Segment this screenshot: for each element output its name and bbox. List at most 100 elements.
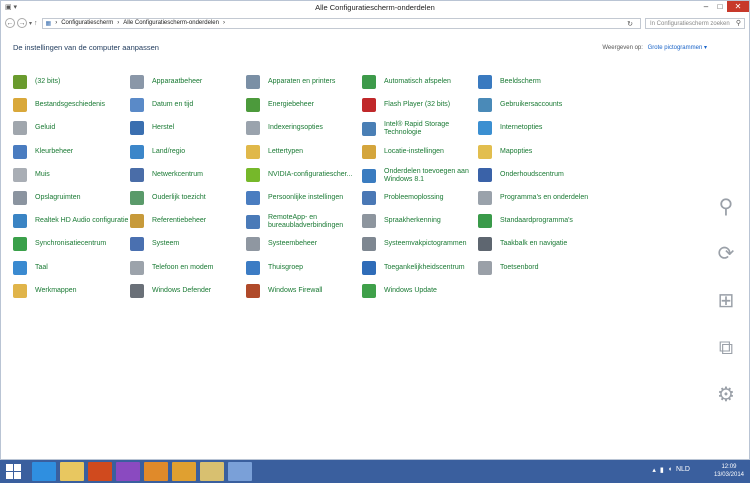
item-onderdelen-toevoegen-aan-windows-8-1[interactable]: Onderdelen toevoegen aan Windows 8.1 bbox=[362, 168, 478, 184]
lettertypen-icon bbox=[246, 144, 260, 159]
media-player-icon[interactable] bbox=[144, 462, 168, 481]
item-realtek-hd-audio-configuratie[interactable]: Realtek HD Audio configuratie bbox=[13, 214, 129, 229]
item-locatie-instellingen[interactable]: Locatie-instellingen bbox=[362, 144, 478, 159]
item-land-regio[interactable]: Land/regio bbox=[130, 144, 246, 159]
volume-icon[interactable]: ◖ bbox=[668, 466, 672, 474]
item-toetsenbord[interactable]: Toetsenbord bbox=[478, 260, 594, 275]
item-label: Standaardprogramma's bbox=[500, 217, 573, 225]
item-flash-player-32-bits[interactable]: Flash Player (32 bits) bbox=[362, 98, 478, 113]
item-referentiebeheer[interactable]: Referentiebeheer bbox=[130, 214, 246, 229]
item-persoonlijke-instellingen[interactable]: Persoonlijke instellingen bbox=[246, 191, 362, 205]
item-windows-defender[interactable]: Windows Defender bbox=[130, 283, 246, 298]
file-explorer-icon[interactable] bbox=[60, 462, 84, 481]
item-probleemoplossing[interactable]: Probleemoplossing bbox=[362, 191, 478, 205]
thuisgroep-icon bbox=[246, 260, 260, 275]
control-panel-icon[interactable] bbox=[228, 462, 252, 481]
item-standaardprogramma-s[interactable]: Standaardprogramma's bbox=[478, 214, 594, 229]
minimize-button[interactable]: – bbox=[699, 1, 713, 12]
breadcrumb-configuratiescherm[interactable]: Configuratiescherm bbox=[61, 20, 113, 26]
item-opslagruimten[interactable]: Opslagruimten bbox=[13, 191, 129, 205]
item-label: Flash Player (32 bits) bbox=[384, 101, 451, 109]
item-werkmappen[interactable]: Werkmappen bbox=[13, 283, 129, 298]
start-button[interactable] bbox=[6, 464, 22, 479]
search-input[interactable]: In Configuratiescherm zoeken ⚲ bbox=[645, 17, 745, 29]
opslagruimten-icon bbox=[13, 191, 27, 205]
item-lettertypen[interactable]: Lettertypen bbox=[246, 144, 362, 159]
photo-app-icon[interactable] bbox=[116, 462, 140, 481]
share-charm-icon[interactable]: ⟳ bbox=[715, 243, 737, 265]
item-geluid[interactable]: Geluid bbox=[13, 121, 129, 136]
item-onderhoudscentrum[interactable]: Onderhoudscentrum bbox=[478, 167, 594, 182]
view-by-dropdown[interactable]: Grote pictogrammen ▾ bbox=[648, 45, 707, 51]
address-bar[interactable]: ▦ › Configuratiescherm › Alle Configurat… bbox=[41, 17, 641, 29]
item-energiebeheer[interactable]: Energiebeheer bbox=[246, 98, 362, 113]
search-charm-icon[interactable]: ⚲ bbox=[715, 196, 737, 218]
network-icon[interactable]: ▮ bbox=[660, 466, 664, 474]
item-kleurbeheer[interactable]: Kleurbeheer bbox=[13, 144, 129, 159]
systeembeheer-icon bbox=[246, 237, 260, 252]
item-automatisch-afspelen[interactable]: Automatisch afspelen bbox=[362, 75, 478, 89]
item-label: Beeldscherm bbox=[500, 78, 541, 85]
item-remoteapp-en-bureaubladverbindingen[interactable]: RemoteApp- en bureaubladverbindingen bbox=[246, 214, 362, 230]
item-label: Internetopties bbox=[500, 124, 543, 132]
item-taal[interactable]: Taal bbox=[13, 260, 129, 275]
forward-button[interactable]: → bbox=[17, 18, 27, 28]
search-icon[interactable]: ⚲ bbox=[736, 19, 741, 29]
item-programma-s-en-onderdelen[interactable]: Programma's en onderdelen bbox=[478, 191, 594, 205]
back-button[interactable]: ← bbox=[5, 18, 15, 28]
item-windows-firewall[interactable]: Windows Firewall bbox=[246, 283, 362, 298]
breadcrumb-alle-onderdelen[interactable]: Alle Configuratiescherm-onderdelen bbox=[123, 20, 219, 26]
clock[interactable]: 12:09 13/03/2014 bbox=[714, 463, 744, 479]
item-mapopties[interactable]: Mapopties bbox=[478, 144, 594, 159]
item-taakbalk-en-navigatie[interactable]: Taakbalk en navigatie bbox=[478, 237, 594, 252]
item-toegankelijkheidscentrum[interactable]: Toegankelijkheidscentrum bbox=[362, 260, 478, 275]
item-apparaten-en-printers[interactable]: Apparaten en printers bbox=[246, 75, 362, 89]
devices-charm-icon[interactable]: ⧉ bbox=[715, 337, 737, 359]
item-windows-update[interactable]: Windows Update bbox=[362, 283, 478, 298]
item-ouderlijk-toezicht[interactable]: Ouderlijk toezicht bbox=[130, 191, 246, 205]
item-32-bits[interactable]: (32 bits) bbox=[13, 75, 129, 89]
item-indexeringsopties[interactable]: Indexeringsopties bbox=[246, 121, 362, 136]
locatie-instellingen-icon bbox=[362, 144, 376, 159]
item-beeldscherm[interactable]: Beeldscherm bbox=[478, 75, 594, 89]
recent-locations-icon[interactable]: ▾ bbox=[29, 20, 32, 27]
item-label: Windows Firewall bbox=[268, 286, 323, 294]
folder-icon[interactable] bbox=[200, 462, 224, 481]
refresh-icon[interactable]: ↻ bbox=[627, 20, 633, 28]
item-apparaatbeheer[interactable]: Apparaatbeheer bbox=[130, 75, 246, 89]
item-thuisgroep[interactable]: Thuisgroep bbox=[246, 260, 362, 275]
item-bestandsgeschiedenis[interactable]: Bestandsgeschiedenis bbox=[13, 98, 129, 113]
tray-icon[interactable]: ▴ bbox=[652, 466, 656, 474]
up-button[interactable]: ↑ bbox=[34, 20, 38, 27]
item-spraakherkenning[interactable]: Spraakherkenning bbox=[362, 214, 478, 229]
close-button[interactable]: ✕ bbox=[727, 1, 749, 12]
item-herstel[interactable]: Herstel bbox=[130, 121, 246, 136]
start-charm-icon[interactable]: ⊞ bbox=[715, 290, 737, 312]
item-muis[interactable]: Muis bbox=[13, 167, 129, 182]
item-systeemvakpictogrammen[interactable]: Systeemvakpictogrammen bbox=[362, 237, 478, 252]
land-regio-icon bbox=[130, 144, 144, 159]
onderhoudscentrum-icon bbox=[478, 167, 492, 182]
item-intel-rapid-storage-technologie[interactable]: Intel® Rapid Storage Technologie bbox=[362, 121, 478, 137]
maximize-button[interactable]: □ bbox=[713, 1, 727, 12]
item-label: RemoteApp- en bureaubladverbindingen bbox=[268, 214, 344, 230]
item-nvidia-configuratiescher[interactable]: NVIDIA-configuratiescher... bbox=[246, 167, 362, 182]
item-datum-en-tijd[interactable]: Datum en tijd bbox=[130, 98, 246, 113]
settings-charm-icon[interactable]: ⚙ bbox=[715, 384, 737, 406]
chrome-icon[interactable] bbox=[172, 462, 196, 481]
taakbalk-en-navigatie-icon bbox=[478, 237, 492, 252]
item-internetopties[interactable]: Internetopties bbox=[478, 121, 594, 136]
internetopties-icon bbox=[478, 121, 492, 136]
beeldscherm-icon bbox=[478, 75, 492, 89]
item-gebruikersaccounts[interactable]: Gebruikersaccounts bbox=[478, 98, 594, 113]
item-systeem[interactable]: Systeem bbox=[130, 237, 246, 252]
item-synchronisatiecentrum[interactable]: Synchronisatiecentrum bbox=[13, 237, 129, 252]
item-telefoon-en-modem[interactable]: Telefoon en modem bbox=[130, 260, 246, 275]
office-icon[interactable] bbox=[88, 462, 112, 481]
language-indicator[interactable]: NLD bbox=[676, 466, 690, 474]
item-label: Geluid bbox=[35, 124, 56, 132]
item-netwerkcentrum[interactable]: Netwerkcentrum bbox=[130, 167, 246, 182]
internet-explorer-icon[interactable] bbox=[32, 462, 56, 481]
item-label: Datum en tijd bbox=[152, 101, 194, 109]
item-systeembeheer[interactable]: Systeembeheer bbox=[246, 237, 362, 252]
